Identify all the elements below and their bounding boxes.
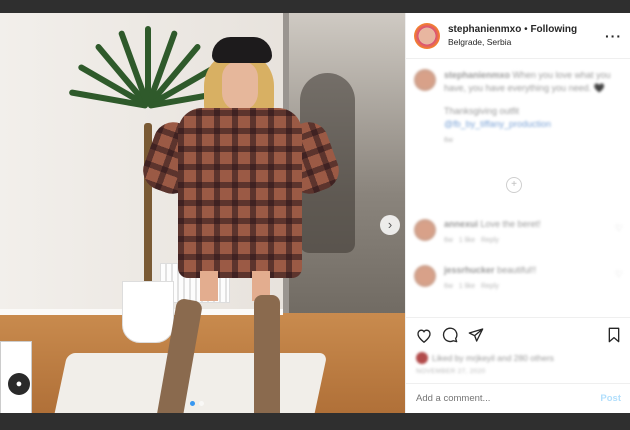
comment-like-icon[interactable]: ♡: [615, 223, 623, 244]
more-options-icon[interactable]: ···: [605, 28, 622, 44]
comment-username[interactable]: jessrhucker: [444, 265, 495, 275]
save-bookmark-icon[interactable]: [607, 327, 621, 343]
comment-reply-button[interactable]: Reply: [481, 283, 499, 290]
tagged-user-icon[interactable]: ●: [8, 373, 30, 395]
likes-summary[interactable]: Liked by mrjkeyil and 280 others: [416, 352, 621, 364]
post-side-panel: stephanienmxo • Following Belgrade, Serb…: [405, 13, 630, 413]
likes-text[interactable]: Liked by mrjkeyil and 280 others: [432, 353, 554, 363]
post-photo[interactable]: ● ›: [0, 13, 405, 413]
caption-line2: Thanksgiving outfit: [444, 106, 520, 116]
comment-like-icon[interactable]: ♡: [615, 269, 623, 290]
share-paper-plane-icon[interactable]: [468, 327, 484, 343]
caption: stephanienmxo When you love what you hav…: [414, 69, 622, 144]
person-face: [222, 61, 258, 111]
next-photo-button[interactable]: ›: [380, 215, 400, 235]
comment-avatar[interactable]: [414, 265, 436, 287]
plant-pot: [122, 281, 174, 343]
header-separator: •: [524, 24, 528, 35]
post-location[interactable]: Belgrade, Serbia: [448, 37, 605, 47]
author-avatar[interactable]: [414, 22, 440, 49]
load-more-comments-icon[interactable]: +: [506, 177, 522, 193]
comment-time: 6w: [444, 237, 453, 244]
comment-bubble-icon[interactable]: [442, 327, 458, 343]
post-comment-button[interactable]: Post: [600, 393, 621, 404]
person-right-boot: [254, 295, 280, 413]
person-plaid-dress: [178, 108, 302, 278]
comment-likes[interactable]: 1 like: [459, 283, 475, 290]
comments-area: stephanienmxo When you love what you hav…: [406, 59, 630, 317]
post-header: stephanienmxo • Following Belgrade, Serb…: [406, 13, 630, 59]
post-date: NOVEMBER 27, 2020: [416, 368, 486, 375]
post-modal: ● › stephanienmxo • Following Belgrade, …: [0, 13, 630, 413]
comment-likes[interactable]: 1 like: [459, 237, 475, 244]
like-heart-icon[interactable]: [416, 328, 432, 343]
post-actions: Liked by mrjkeyil and 280 others NOVEMBE…: [406, 317, 630, 381]
carousel-dots: [190, 401, 204, 406]
liker-avatar: [416, 352, 428, 364]
comment-item: annexui Love the beret! 6w 1 like Reply …: [414, 219, 623, 244]
add-comment-bar: Post: [406, 383, 630, 413]
comment-text: Love the beret!: [480, 219, 541, 229]
author-username[interactable]: stephanienmxo: [448, 24, 521, 35]
caption-tag-link[interactable]: @fb_by_tiffany_production: [444, 118, 622, 131]
comment-item: jessrhucker beautiful!! 6w 1 like Reply …: [414, 265, 623, 290]
comment-reply-button[interactable]: Reply: [481, 237, 499, 244]
caption-avatar[interactable]: [414, 69, 436, 91]
comment-username[interactable]: annexui: [444, 219, 478, 229]
person-left-leg: [200, 271, 218, 301]
comment-avatar[interactable]: [414, 219, 436, 241]
add-comment-input[interactable]: [416, 393, 601, 404]
caption-time: 6w: [444, 137, 453, 144]
comment-text: beautiful!!: [497, 265, 537, 275]
comment-time: 6w: [444, 283, 453, 290]
following-button[interactable]: Following: [530, 24, 577, 35]
person-beret: [212, 37, 272, 63]
caption-username[interactable]: stephanienmxo: [444, 70, 510, 80]
